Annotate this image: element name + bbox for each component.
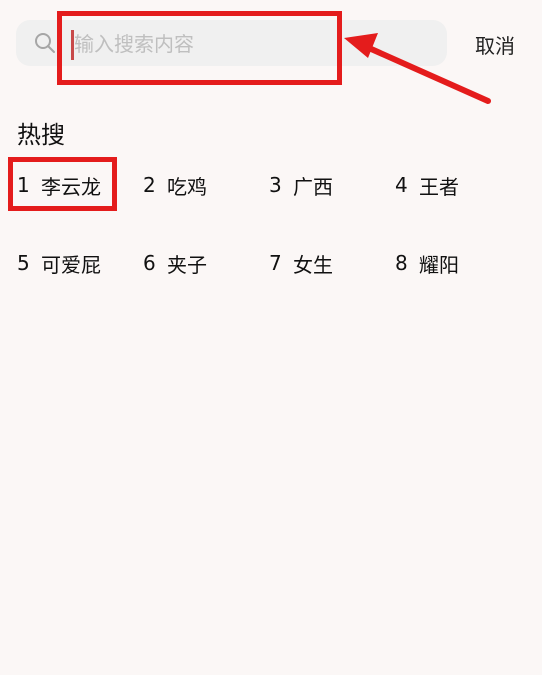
hot-search-text: 吃鸡 xyxy=(167,174,207,199)
hot-search-list: 1 李云龙 2 吃鸡 3 广西 4 王者 5 可爱屁 6 夹子 7 女生 8 耀… xyxy=(17,172,527,277)
hot-search-rank: 4 xyxy=(395,173,408,197)
hot-search-item-2[interactable]: 2 吃鸡 xyxy=(143,172,269,199)
hot-search-rank: 6 xyxy=(143,251,156,275)
hot-search-item-1[interactable]: 1 李云龙 xyxy=(17,172,143,199)
search-icon xyxy=(35,33,55,53)
hot-search-text: 王者 xyxy=(419,174,459,199)
search-bar[interactable] xyxy=(16,20,447,66)
hot-search-rank: 2 xyxy=(143,173,156,197)
hot-search-title: 热搜 xyxy=(17,121,65,149)
hot-search-item-6[interactable]: 6 夹子 xyxy=(143,250,269,277)
hot-search-item-7[interactable]: 7 女生 xyxy=(269,250,395,277)
hot-search-rank: 5 xyxy=(17,251,30,275)
hot-search-rank: 8 xyxy=(395,251,408,275)
hot-search-text: 可爱屁 xyxy=(41,252,101,277)
hot-search-text: 夹子 xyxy=(167,252,207,277)
hot-search-text: 女生 xyxy=(293,252,333,277)
hot-search-rank: 1 xyxy=(17,173,30,197)
cancel-button[interactable]: 取消 xyxy=(475,30,515,59)
hot-search-text: 广西 xyxy=(293,174,333,199)
search-input[interactable] xyxy=(72,28,346,60)
hot-search-item-8[interactable]: 8 耀阳 xyxy=(395,250,521,277)
hot-search-item-4[interactable]: 4 王者 xyxy=(395,172,521,199)
hot-search-item-5[interactable]: 5 可爱屁 xyxy=(17,250,143,277)
hot-search-text: 李云龙 xyxy=(41,174,101,199)
hot-search-rank: 3 xyxy=(269,173,282,197)
hot-search-item-3[interactable]: 3 广西 xyxy=(269,172,395,199)
hot-search-text: 耀阳 xyxy=(419,252,459,277)
hot-search-rank: 7 xyxy=(269,251,282,275)
